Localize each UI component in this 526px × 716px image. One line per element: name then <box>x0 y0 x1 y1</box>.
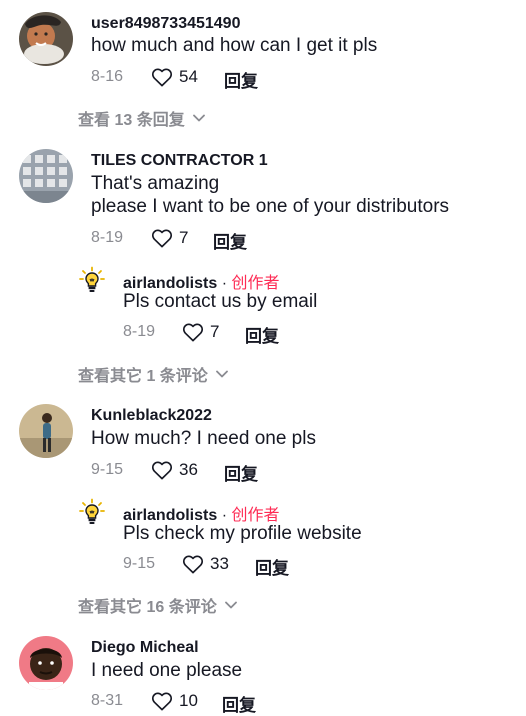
comment-text: I need one please <box>91 660 243 681</box>
comment-username[interactable]: Kunleblack2022 <box>91 407 212 425</box>
like-button[interactable]: 33 <box>182 554 229 574</box>
lightbulb-icon <box>78 266 106 294</box>
like-button[interactable]: 7 <box>182 322 219 342</box>
like-count: 7 <box>179 228 189 247</box>
like-count: 10 <box>179 691 198 710</box>
heart-icon <box>151 67 173 87</box>
comment-meta: 8-16 54 回复 <box>91 66 391 91</box>
like-button[interactable]: 54 <box>151 67 198 87</box>
comment-text: How much? I need one pls <box>91 428 316 449</box>
reply-date: 9-15 <box>123 555 156 572</box>
reply-text: Pls contact us by email <box>123 291 318 312</box>
chevron-down-icon <box>193 114 205 122</box>
comment-meta: 8-19 7 回复 <box>91 227 391 252</box>
like-count: 54 <box>179 67 198 86</box>
comment-date: 8-31 <box>91 692 124 709</box>
view-replies-label: 查看其它 1 条评论 <box>78 368 208 385</box>
reply-text: Pls check my profile website <box>123 523 362 544</box>
heart-icon <box>151 228 173 248</box>
avatar[interactable] <box>19 149 73 203</box>
view-replies-button[interactable]: 查看 13 条回复 <box>78 106 205 130</box>
like-count: 33 <box>210 554 229 573</box>
heart-icon <box>182 322 204 342</box>
like-count: 7 <box>210 322 220 341</box>
like-button[interactable]: 10 <box>151 691 198 711</box>
comment-username[interactable]: user8498733451490 <box>91 15 240 33</box>
like-count: 36 <box>179 460 198 479</box>
reply-meta: 8-19 7 回复 <box>123 321 423 346</box>
heart-icon <box>151 691 173 711</box>
comment-username[interactable]: Diego Micheal <box>91 639 199 657</box>
like-button[interactable]: 36 <box>151 460 198 480</box>
lightbulb-icon <box>78 498 106 526</box>
comment-date: 9-15 <box>91 461 124 478</box>
comment-meta: 9-15 36 回复 <box>91 459 391 484</box>
avatar[interactable] <box>19 12 73 66</box>
view-replies-label: 查看 13 条回复 <box>78 112 185 129</box>
chevron-down-icon <box>225 601 237 609</box>
avatar[interactable] <box>19 636 73 690</box>
heart-icon <box>182 554 204 574</box>
comment-text: how much and how can I get it pls <box>91 35 378 56</box>
comment-date: 8-19 <box>91 229 124 246</box>
comment-text: That's amazing <box>91 173 220 194</box>
comment-username[interactable]: TILES CONTRACTOR 1 <box>91 152 268 170</box>
reply-meta: 9-15 33 回复 <box>123 553 423 578</box>
reply-button[interactable]: 回复 <box>255 554 289 579</box>
reply-button[interactable]: 回复 <box>224 460 258 485</box>
reply-button[interactable]: 回复 <box>224 67 258 92</box>
comment-text: please I want to be one of your distribu… <box>91 196 450 217</box>
view-replies-button[interactable]: 查看其它 16 条评论 <box>78 593 237 617</box>
avatar[interactable] <box>78 266 106 294</box>
chevron-down-icon <box>216 370 228 378</box>
comment-date: 8-16 <box>91 68 124 85</box>
reply-button[interactable]: 回复 <box>222 691 256 716</box>
view-replies-button[interactable]: 查看其它 1 条评论 <box>78 362 228 386</box>
view-replies-label: 查看其它 16 条评论 <box>78 599 217 616</box>
heart-icon <box>151 460 173 480</box>
like-button[interactable]: 7 <box>151 228 188 248</box>
reply-button[interactable]: 回复 <box>213 228 247 253</box>
avatar[interactable] <box>78 498 106 526</box>
reply-button[interactable]: 回复 <box>245 322 279 347</box>
reply-date: 8-19 <box>123 323 156 340</box>
avatar[interactable] <box>19 404 73 458</box>
comment-meta: 8-31 10 回复 <box>91 690 391 715</box>
